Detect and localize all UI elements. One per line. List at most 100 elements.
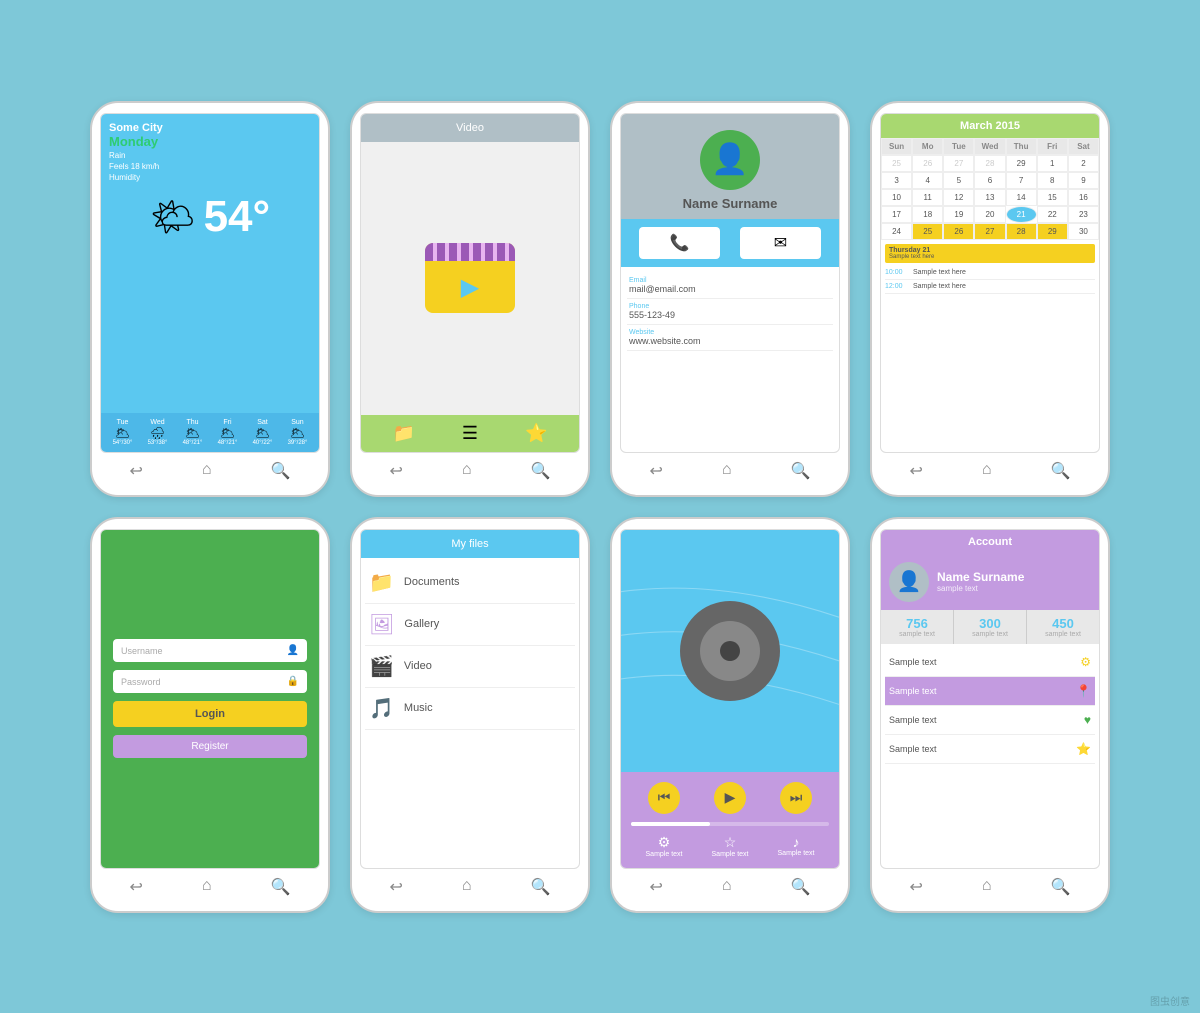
search-button[interactable]: 🔍 [1051,877,1071,897]
acc-item-settings[interactable]: Sample text ⚙ [885,648,1095,677]
cal-events: Thursday 21 Sample text here 10:00 Sampl… [881,240,1099,452]
star-icon: ☆ [724,834,737,851]
password-field[interactable]: Password 🔒 [113,670,307,693]
cal-row-3: 10 11 12 13 14 15 16 [881,189,1099,206]
back-button[interactable]: ↩ [910,877,923,897]
file-gallery[interactable]: 🖼 Gallery [365,604,575,646]
back-button[interactable]: ↩ [650,461,663,481]
login-screen: Username 👤 Password 🔒 Login Register [100,529,320,869]
phone-field: Phone 555-123-49 [627,299,833,325]
folder-icon[interactable]: 📁 [393,423,415,444]
home-button[interactable]: ⌂ [722,461,732,481]
player-extra-settings[interactable]: ⚙ Sample text [646,834,683,858]
files-header: My files [361,530,579,558]
home-button[interactable]: ⌂ [982,877,992,897]
back-button[interactable]: ↩ [130,461,143,481]
home-button[interactable]: ⌂ [722,877,732,897]
phone-video: Video ▶ 📁 ☰ ⭐ ↩ ⌂ 🔍 [350,101,590,497]
video-screen: Video ▶ 📁 ☰ ⭐ [360,113,580,453]
back-button[interactable]: ↩ [910,461,923,481]
video-footer: 📁 ☰ ⭐ [361,415,579,452]
acc-subtitle: sample text [937,584,1024,593]
play-icon[interactable]: ▶ [425,261,515,313]
phone-calendar: March 2015 Sun Mo Tue Wed Thu Fri Sat 25… [870,101,1110,497]
file-music[interactable]: 🎵 Music [365,688,575,730]
file-documents[interactable]: 📁 Documents [365,562,575,604]
settings-icon: ⚙ [658,834,671,851]
back-button[interactable]: ↩ [650,877,663,897]
play-button[interactable]: ▶ [714,782,746,814]
phones-grid: Some City Monday Rain Feels 18 km/h Humi… [90,101,1110,913]
login-button[interactable]: Login [113,701,307,727]
player-screen: ⏮ ▶ ⏭ ⚙ Sample text ☆ Sa [620,529,840,869]
register-button[interactable]: Register [113,735,307,758]
call-button[interactable]: 📞 [639,227,720,259]
cal-row-2: 3 4 5 6 7 8 9 [881,172,1099,189]
nav-bar-contact: ↩ ⌂ 🔍 [620,453,840,485]
forecast-thu: Thu 🌥 48°/21° [183,419,203,446]
home-button[interactable]: ⌂ [202,877,212,897]
nav-bar-calendar: ↩ ⌂ 🔍 [880,453,1100,485]
back-button[interactable]: ↩ [390,877,403,897]
phone-account: Account 👤 Name Surname sample text 756 s… [870,517,1110,913]
weather-city: Some City [109,122,311,134]
search-button[interactable]: 🔍 [1051,461,1071,481]
home-button[interactable]: ⌂ [462,461,472,481]
forecast-tue: Tue 🌥 54°/30° [113,419,133,446]
contact-actions: 📞 ✉ [621,219,839,267]
acc-stat-2: 300 sample text [954,610,1027,644]
menu-icon[interactable]: ☰ [462,423,478,444]
forecast-sun: Sun 🌥 39°/28° [288,419,308,446]
player-extra-fav[interactable]: ☆ Sample text [712,834,749,858]
film-strip [425,243,515,261]
acc-profile: 👤 Name Surname sample text [881,554,1099,610]
share-label: Sample text [778,850,815,857]
nav-bar-video: ↩ ⌂ 🔍 [360,453,580,485]
prev-button[interactable]: ⏮ [648,782,680,814]
search-button[interactable]: 🔍 [271,877,291,897]
search-button[interactable]: 🔍 [531,461,551,481]
player-progress-bar[interactable] [631,822,829,826]
nav-bar-files: ↩ ⌂ 🔍 [360,869,580,901]
search-button[interactable]: 🔍 [791,877,811,897]
acc-stat-3: 450 sample text [1027,610,1099,644]
back-button[interactable]: ↩ [390,461,403,481]
search-button[interactable]: 🔍 [531,877,551,897]
search-button[interactable]: 🔍 [271,461,291,481]
message-button[interactable]: ✉ [740,227,821,259]
acc-items: Sample text ⚙ Sample text 📍 Sample text … [881,644,1099,868]
cal-header-row: Sun Mo Tue Wed Thu Fri Sat [881,138,1099,155]
settings-icon: ⚙ [1080,655,1091,669]
back-button[interactable]: ↩ [130,877,143,897]
weather-info1: Rain [109,151,311,160]
acc-name: Name Surname [937,570,1024,584]
contact-avatar: 👤 [700,130,760,190]
home-button[interactable]: ⌂ [982,461,992,481]
contact-info: Email mail@email.com Phone 555-123-49 We… [621,267,839,452]
settings-label: Sample text [646,851,683,858]
acc-item-starred[interactable]: Sample text ⭐ [885,735,1095,764]
acc-item-favorites[interactable]: Sample text ♥ [885,706,1095,735]
file-video[interactable]: 🎬 Video [365,646,575,688]
search-button[interactable]: 🔍 [791,461,811,481]
heart-icon: ♥ [1084,713,1091,727]
phone-contact: 👤 Name Surname 📞 ✉ Email mail@email.com … [610,101,850,497]
home-button[interactable]: ⌂ [462,877,472,897]
forecast-fri: Fri 🌥 48°/21° [218,419,238,446]
video-thumbnail[interactable]: ▶ [425,243,515,313]
video-content: ▶ [361,142,579,415]
folder-yellow-icon: 📁 [369,570,394,595]
home-button[interactable]: ⌂ [202,461,212,481]
player-buttons: ⏮ ▶ ⏭ [631,782,829,814]
forecast-sat: Sat 🌥 40°/22° [253,419,273,446]
player-controls: ⏮ ▶ ⏭ ⚙ Sample text ☆ Sa [621,772,839,868]
player-extras: ⚙ Sample text ☆ Sample text ♪ Sample tex… [631,834,829,858]
cal-today-event: Thursday 21 Sample text here [885,244,1095,263]
next-button[interactable]: ⏭ [780,782,812,814]
nav-bar-login: ↩ ⌂ 🔍 [100,869,320,901]
player-extra-share[interactable]: ♪ Sample text [778,834,815,858]
player-progress-fill [631,822,710,826]
star-icon[interactable]: ⭐ [525,423,547,444]
acc-item-location[interactable]: Sample text 📍 [885,677,1095,706]
username-field[interactable]: Username 👤 [113,639,307,662]
